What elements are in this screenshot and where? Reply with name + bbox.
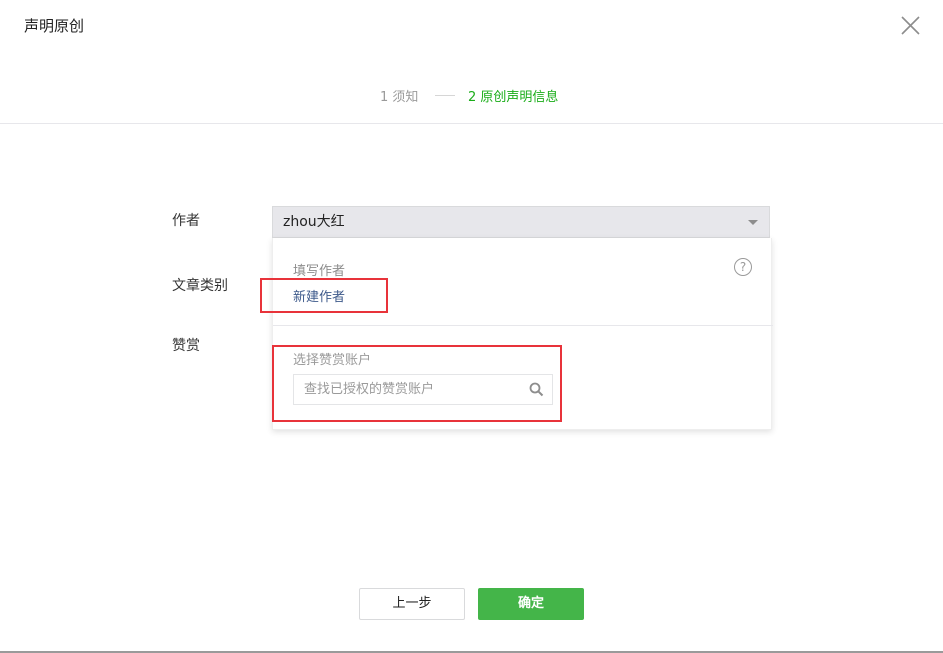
step-indicator: 1 须知 2 原创声明信息 — [0, 84, 943, 105]
close-icon[interactable] — [900, 15, 921, 36]
prev-step-button[interactable]: 上一步 — [359, 588, 465, 620]
step-notice: 1 须知 — [380, 90, 419, 105]
question-circle-icon[interactable]: ? — [734, 258, 752, 276]
dropdown-divider — [273, 325, 773, 326]
step-separator — [435, 95, 455, 96]
reward-label: 赞赏 — [172, 338, 200, 354]
declare-original-dialog: 声明原创 1 须知 2 原创声明信息 作者 文章类别 赞赏 zhou大红 填写作… — [0, 0, 943, 653]
category-label: 文章类别 — [172, 278, 228, 294]
dialog-title: 声明原创 — [24, 17, 85, 35]
author-label: 作者 — [172, 213, 200, 229]
author-select-value: zhou大红 — [283, 214, 345, 230]
header-divider — [0, 123, 943, 124]
highlight-new-author — [260, 278, 388, 313]
author-hint: 填写作者 — [293, 264, 346, 279]
confirm-button[interactable]: 确定 — [478, 588, 584, 620]
author-select[interactable]: zhou大红 — [272, 206, 770, 238]
step-original-info: 2 原创声明信息 — [468, 90, 559, 105]
chevron-down-icon — [748, 220, 758, 225]
highlight-reward-account — [272, 345, 562, 422]
